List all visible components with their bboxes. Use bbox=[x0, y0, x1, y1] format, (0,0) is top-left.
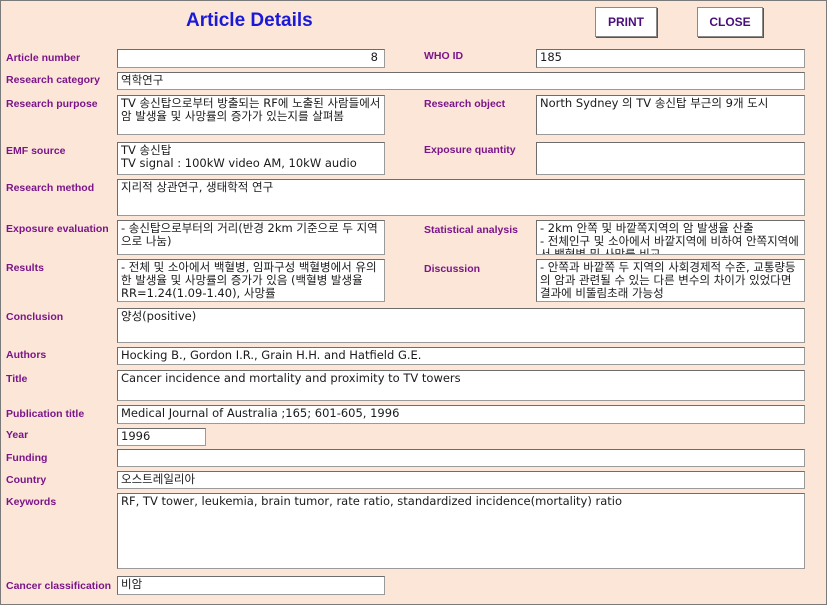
research-object-label: Research object bbox=[424, 98, 506, 110]
statistical-analysis-label: Statistical analysis bbox=[424, 224, 518, 236]
year-field[interactable]: 1996 bbox=[117, 428, 206, 446]
conclusion-label: Conclusion bbox=[6, 311, 64, 323]
results-field[interactable]: - 전체 및 소아에서 백혈병, 임파구성 백혈병에서 유의한 발생율 및 사망… bbox=[117, 259, 385, 302]
article-number-label: Article number bbox=[6, 52, 81, 64]
research-method-field[interactable]: 지리적 상관연구, 생태학적 연구 bbox=[117, 179, 805, 216]
cancer-classification-label: Cancer classification bbox=[6, 580, 112, 592]
research-category-field[interactable]: 역학연구 bbox=[117, 72, 805, 90]
research-category-label: Research category bbox=[6, 74, 100, 86]
keywords-field[interactable]: RF, TV tower, leukemia, brain tumor, rat… bbox=[117, 493, 805, 569]
emf-source-field[interactable]: TV 송신탑 TV signal : 100kW video AM, 10kW … bbox=[117, 142, 385, 175]
discussion-field[interactable]: - 안쪽과 바깥쪽 두 지역의 사회경제적 수준, 교통량등의 암과 관련될 수… bbox=[536, 259, 805, 302]
keywords-label: Keywords bbox=[6, 496, 57, 508]
conclusion-field[interactable]: 양성(positive) bbox=[117, 308, 805, 343]
title-field[interactable]: Cancer incidence and mortality and proxi… bbox=[117, 370, 805, 401]
who-id-label: WHO ID bbox=[424, 50, 464, 62]
title-label: Title bbox=[6, 373, 28, 385]
statistical-analysis-field[interactable]: - 2km 안쪽 및 바깥쪽지역의 암 발생율 산출 - 전체인구 및 소아에서… bbox=[536, 220, 805, 255]
authors-label: Authors bbox=[6, 349, 47, 361]
country-label: Country bbox=[6, 474, 47, 486]
cancer-classification-field[interactable]: 비암 bbox=[117, 576, 385, 595]
exposure-evaluation-field[interactable]: - 송신탑으로부터의 거리(반경 2km 기준으로 두 지역으로 나눔) bbox=[117, 220, 385, 255]
publication-title-field[interactable]: Medical Journal of Australia ;165; 601-6… bbox=[117, 405, 805, 424]
exposure-evaluation-label: Exposure evaluation bbox=[6, 223, 109, 235]
article-number-field[interactable]: 8 bbox=[117, 49, 385, 68]
results-label: Results bbox=[6, 262, 44, 274]
exposure-quantity-field[interactable] bbox=[536, 142, 805, 175]
research-method-label: Research method bbox=[6, 182, 95, 194]
who-id-field[interactable]: 185 bbox=[536, 49, 805, 68]
research-object-field[interactable]: North Sydney 의 TV 송신탑 부근의 9개 도시 bbox=[536, 95, 805, 135]
research-purpose-label: Research purpose bbox=[6, 98, 98, 110]
research-purpose-field[interactable]: TV 송신탑으로부터 방출되는 RF에 노출된 사람들에서 암 발생율 및 사망… bbox=[117, 95, 385, 135]
page-title: Article Details bbox=[186, 10, 313, 31]
year-label: Year bbox=[6, 429, 29, 441]
article-details-form: Article Details PRINT CLOSE Article numb… bbox=[0, 0, 827, 605]
exposure-quantity-label: Exposure quantity bbox=[424, 144, 516, 156]
emf-source-label: EMF source bbox=[6, 145, 66, 157]
authors-field[interactable]: Hocking B., Gordon I.R., Grain H.H. and … bbox=[117, 347, 805, 365]
discussion-label: Discussion bbox=[424, 263, 481, 275]
country-field[interactable]: 오스트레일리아 bbox=[117, 471, 805, 489]
funding-field[interactable] bbox=[117, 449, 805, 467]
funding-label: Funding bbox=[6, 452, 48, 464]
print-button[interactable]: PRINT bbox=[595, 7, 657, 37]
close-button[interactable]: CLOSE bbox=[697, 7, 763, 37]
publication-title-label: Publication title bbox=[6, 408, 85, 420]
